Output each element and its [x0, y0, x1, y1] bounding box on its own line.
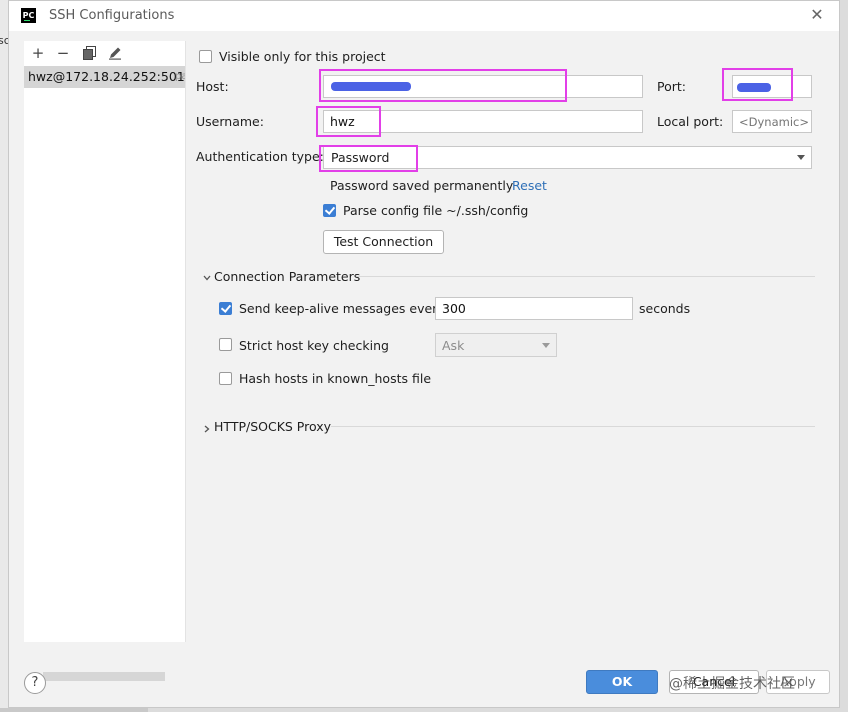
password-status-text: Password saved permanently [330, 178, 514, 193]
strict-host-checkbox[interactable] [219, 338, 232, 351]
connection-parameters-header[interactable]: Connection Parameters [214, 269, 360, 284]
auth-highlight-box [319, 145, 418, 172]
local-port-label: Local port: [657, 114, 724, 129]
config-list-item[interactable]: hwz@172.18.24.252:5014 pa [24, 66, 185, 88]
list-horizontal-scrollbar[interactable] [43, 672, 165, 681]
username-label: Username: [196, 114, 264, 129]
chevron-down-icon [542, 343, 550, 348]
watermark-text: @稀土掘金技术社区 [669, 676, 795, 692]
copy-icon[interactable] [80, 44, 98, 62]
chevron-right-icon[interactable] [203, 421, 211, 433]
port-label: Port: [657, 79, 686, 94]
background-window: sc [0, 0, 10, 712]
strict-host-value: Ask [442, 338, 465, 353]
section-divider [331, 426, 815, 427]
title-bar: PC SSH Configurations ✕ [9, 1, 839, 31]
local-port-input[interactable] [732, 110, 812, 133]
host-label: Host: [196, 79, 229, 94]
keepalive-input[interactable]: 300 [435, 297, 633, 320]
background-window-edge [0, 708, 148, 712]
strict-host-label: Strict host key checking [239, 338, 389, 353]
keepalive-value: 300 [442, 301, 466, 316]
chevron-down-icon[interactable] [203, 270, 211, 281]
hash-hosts-checkbox[interactable] [219, 372, 232, 385]
parse-config-checkbox[interactable] [323, 204, 336, 217]
remove-icon[interactable]: − [54, 44, 72, 62]
configuration-list-panel: + − hwz@172.18.24.252:5014 pa [24, 41, 186, 681]
close-icon[interactable]: ✕ [809, 7, 825, 23]
keepalive-label: Send keep-alive messages every [239, 301, 445, 316]
host-highlight-box [319, 69, 567, 102]
reset-link[interactable]: Reset [512, 178, 547, 193]
chevron-down-icon [797, 155, 805, 160]
test-connection-button[interactable]: Test Connection [323, 230, 444, 254]
visible-only-label: Visible only for this project [219, 49, 386, 64]
edit-icon[interactable] [106, 44, 124, 62]
proxy-section-header[interactable]: HTTP/SOCKS Proxy [214, 419, 331, 434]
auth-type-label: Authentication type: [196, 149, 324, 164]
strict-host-select: Ask [435, 333, 557, 357]
pycharm-app-icon: PC [21, 8, 36, 23]
add-icon[interactable]: + [29, 44, 47, 62]
help-button[interactable]: ? [24, 672, 46, 694]
keepalive-unit: seconds [639, 301, 691, 316]
keepalive-checkbox[interactable] [219, 302, 232, 315]
config-list-item-label: hwz@172.18.24.252:5014 [28, 69, 185, 84]
port-highlight-box [722, 68, 793, 101]
hash-hosts-label: Hash hosts in known_hosts file [239, 371, 432, 386]
visible-only-checkbox[interactable] [199, 50, 212, 63]
dialog-title: SSH Configurations [49, 8, 175, 23]
ok-button[interactable]: OK [586, 670, 658, 694]
ssh-configurations-dialog: PC SSH Configurations ✕ + − hwz@172.18.2… [8, 0, 840, 708]
config-list-item-suffix: pa [175, 71, 185, 82]
parse-config-label: Parse config file ~/.ssh/config [343, 203, 529, 218]
section-divider [357, 276, 815, 277]
username-highlight-box [316, 106, 381, 137]
